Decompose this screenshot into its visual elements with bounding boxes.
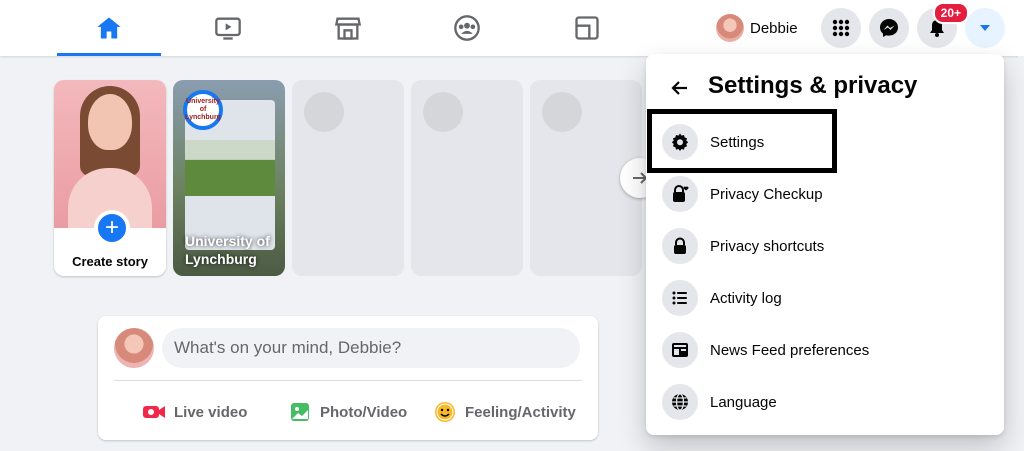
avatar <box>716 14 744 42</box>
menu-title: Settings & privacy <box>708 72 918 99</box>
photo-video-button[interactable]: Photo/Video <box>288 392 407 432</box>
arrow-left-icon <box>671 81 687 95</box>
live-video-button[interactable]: Live video <box>142 392 247 432</box>
smiley-icon <box>435 402 455 422</box>
messenger-icon <box>880 19 898 37</box>
home-icon <box>97 17 121 39</box>
photo-video-label: Photo/Video <box>320 403 408 421</box>
globe-icon <box>672 393 688 411</box>
grid-menu-icon <box>832 19 850 37</box>
feeling-activity-label: Feeling/Activity <box>465 403 576 421</box>
top-navigation-bar: Debbie 20+ <box>0 0 1024 56</box>
menu-item-label: Privacy Checkup <box>710 185 823 203</box>
menu-item-label: Language <box>710 393 777 411</box>
menu-item-language[interactable]: Language <box>654 376 996 428</box>
tab-gaming[interactable] <box>535 0 639 56</box>
photo-icon <box>291 403 309 421</box>
story-author-name: University of Lynchburg <box>185 233 270 267</box>
highlight-box <box>647 109 837 173</box>
story-card-university[interactable]: University of Lynchburg University of Ly… <box>173 80 285 276</box>
notification-badge: 20+ <box>932 2 969 24</box>
notifications-button[interactable]: 20+ <box>917 2 969 48</box>
story-placeholder <box>292 80 404 276</box>
menu-item-label: Privacy shortcuts <box>710 237 825 255</box>
tab-marketplace[interactable] <box>296 0 400 56</box>
marketplace-store-icon <box>334 17 362 40</box>
menu-item-label: Activity log <box>710 289 782 307</box>
profile-name: Debbie <box>750 19 798 37</box>
groups-icon <box>454 15 480 41</box>
lock-heart-icon <box>673 185 689 202</box>
create-story-label: Create story <box>72 254 148 269</box>
avatar <box>114 328 154 368</box>
plus-icon: + <box>94 210 130 246</box>
watch-video-icon <box>215 17 241 40</box>
live-video-icon <box>143 406 165 418</box>
create-story-card[interactable]: + Create story <box>54 80 166 276</box>
messenger-button[interactable] <box>869 8 909 48</box>
profile-photo <box>54 80 166 228</box>
feeling-activity-button[interactable]: Feeling/Activity <box>433 392 576 432</box>
menu-item-privacy-shortcuts[interactable]: Privacy shortcuts <box>654 220 996 272</box>
university-logo: University of Lynchburg <box>183 90 223 130</box>
menu-item-label: News Feed preferences <box>710 341 870 359</box>
account-menu-button[interactable] <box>965 8 1005 48</box>
gaming-icon <box>575 16 599 40</box>
scrollbar[interactable] <box>1018 56 1024 451</box>
story-placeholder <box>411 80 523 276</box>
list-icon <box>672 291 687 305</box>
menu-item-activity-log[interactable]: Activity log <box>654 272 996 324</box>
tab-home[interactable] <box>57 0 161 56</box>
lock-icon <box>674 237 686 254</box>
post-composer: What's on your mind, Debbie? Live video … <box>98 316 598 440</box>
back-button[interactable] <box>662 70 698 106</box>
profile-shortcut[interactable]: Debbie <box>712 10 806 46</box>
menu-button[interactable] <box>821 8 861 48</box>
tab-groups[interactable] <box>415 0 519 56</box>
menu-item-news-feed-preferences[interactable]: News Feed preferences <box>654 324 996 376</box>
caret-down-icon <box>980 25 990 31</box>
feed-icon <box>672 343 688 357</box>
whats-on-your-mind-input[interactable]: What's on your mind, Debbie? <box>162 328 580 368</box>
divider <box>114 380 582 381</box>
live-video-label: Live video <box>174 403 248 421</box>
tab-watch[interactable] <box>176 0 280 56</box>
menu-item-privacy-checkup[interactable]: Privacy Checkup <box>654 168 996 220</box>
story-image <box>185 140 275 196</box>
